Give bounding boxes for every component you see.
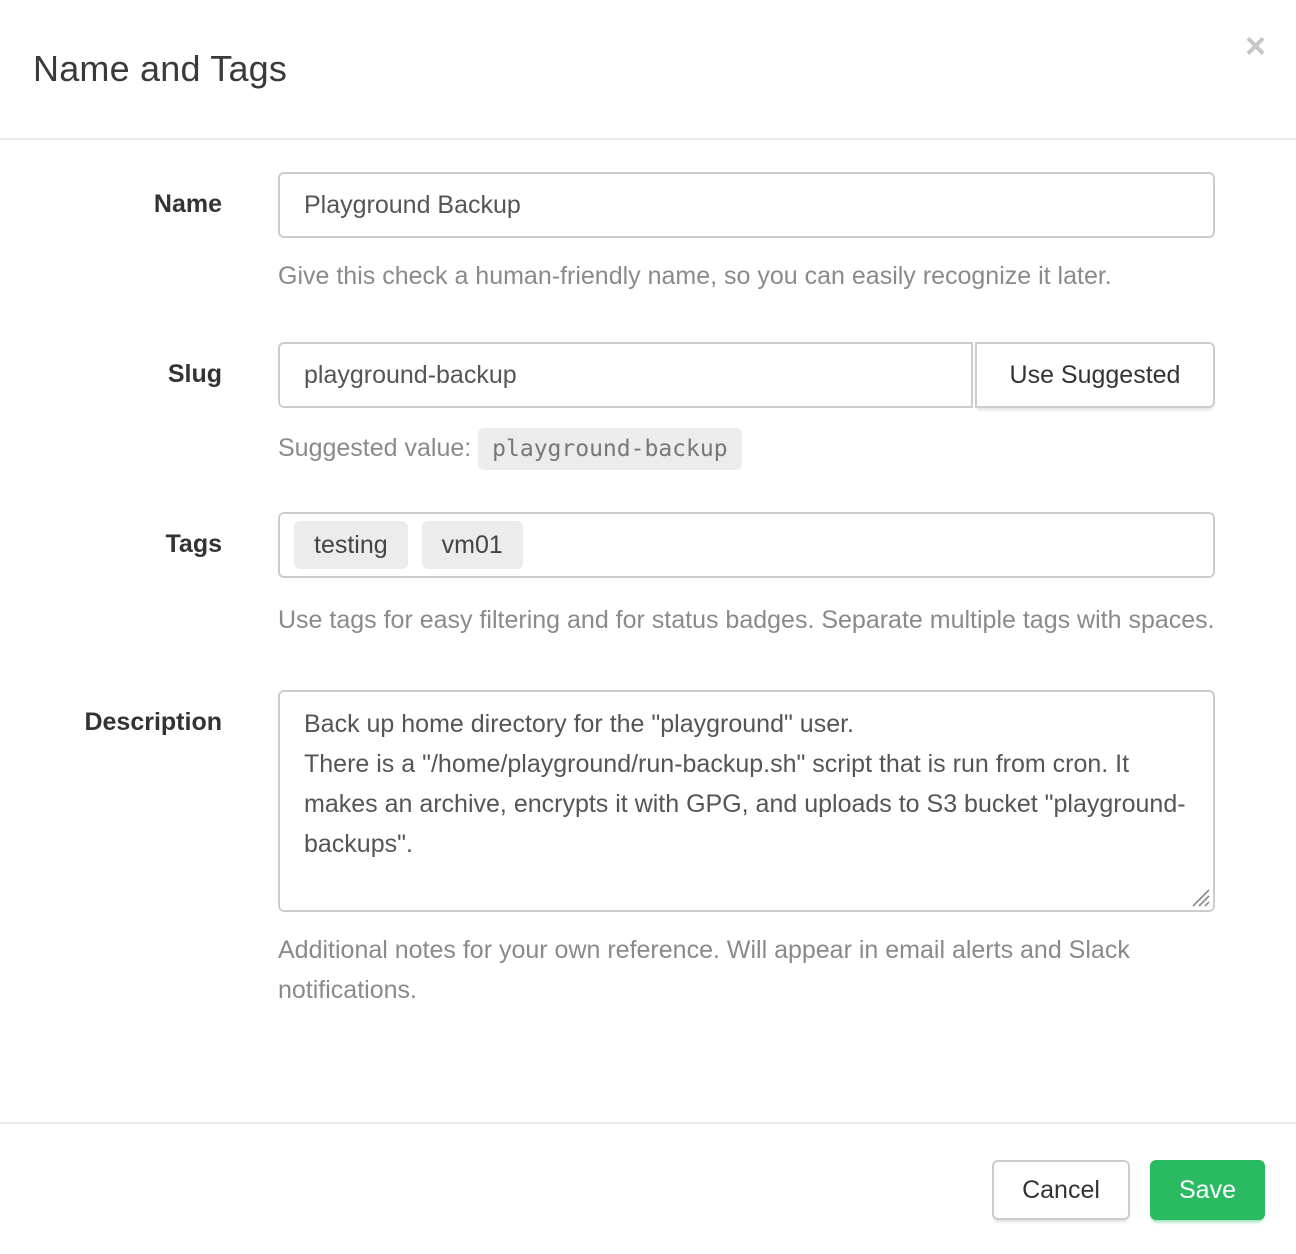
suggested-value-code: playground-backup	[478, 428, 741, 470]
modal-title: Name and Tags	[33, 48, 287, 90]
textarea-resize-handle-icon[interactable]	[1188, 885, 1210, 907]
modal-footer: Cancel Save	[0, 1122, 1296, 1254]
name-input[interactable]	[278, 172, 1215, 238]
slug-label: Slug	[0, 342, 222, 408]
name-row: Name	[0, 172, 1296, 238]
tags-row: Tags testing vm01	[0, 512, 1296, 578]
description-row: Description Back up home directory for t…	[0, 690, 1296, 912]
slug-control: Use Suggested	[278, 342, 1215, 408]
tags-control: testing vm01	[278, 512, 1215, 578]
slug-input-group: Use Suggested	[278, 342, 1215, 408]
tags-input[interactable]: testing vm01	[278, 512, 1215, 578]
tag-pill: vm01	[422, 521, 523, 569]
suggested-value-prefix: Suggested value:	[278, 434, 471, 462]
description-textarea-wrap: Back up home directory for the "playgrou…	[278, 690, 1215, 912]
description-help-text: Additional notes for your own reference.…	[278, 930, 1215, 1010]
close-icon[interactable]: ×	[1245, 28, 1266, 64]
slug-input[interactable]	[278, 342, 973, 408]
name-label: Name	[0, 172, 222, 238]
suggested-value-line: Suggested value: playground-backup	[278, 426, 1296, 470]
tags-help-text: Use tags for easy filtering and for stat…	[278, 600, 1215, 640]
name-control	[278, 172, 1215, 238]
description-control: Back up home directory for the "playgrou…	[278, 690, 1215, 912]
save-button[interactable]: Save	[1150, 1160, 1265, 1220]
description-textarea[interactable]: Back up home directory for the "playgrou…	[278, 690, 1215, 912]
use-suggested-button[interactable]: Use Suggested	[975, 342, 1215, 408]
slug-row: Slug Use Suggested	[0, 342, 1296, 408]
cancel-button[interactable]: Cancel	[992, 1160, 1130, 1220]
name-help-text: Give this check a human-friendly name, s…	[278, 256, 1215, 296]
modal-header: Name and Tags ×	[0, 0, 1296, 140]
description-label: Description	[0, 690, 222, 912]
modal-body: Name Give this check a human-friendly na…	[0, 140, 1296, 1122]
tags-label: Tags	[0, 512, 222, 578]
tag-pill: testing	[294, 521, 408, 569]
